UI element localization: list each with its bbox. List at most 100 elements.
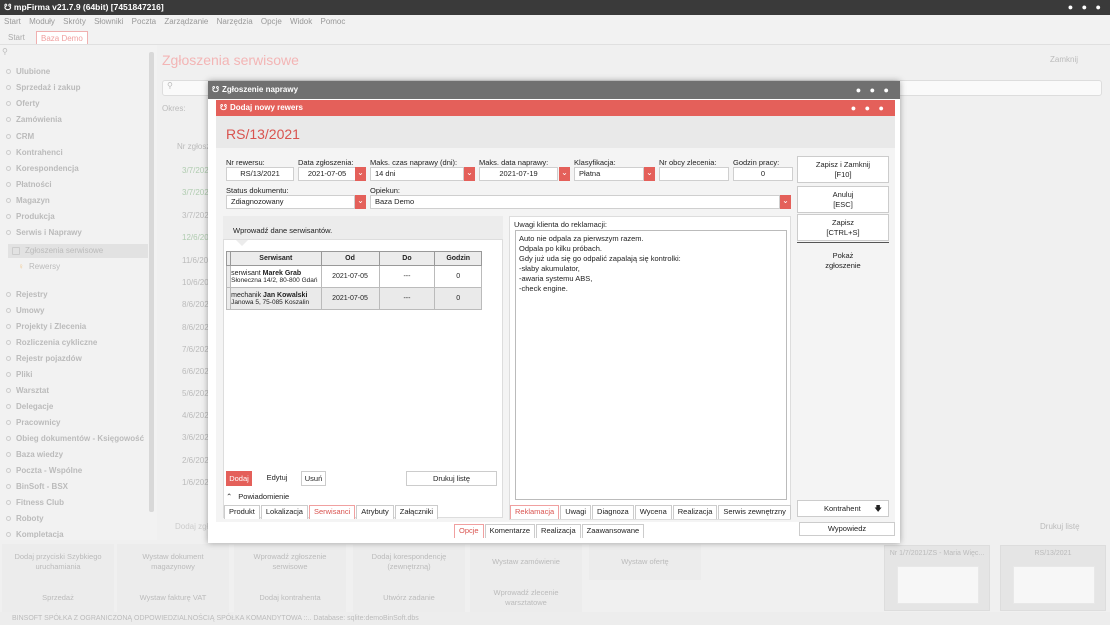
tab-zaawansowane[interactable]: Zaawansowane [581, 524, 645, 538]
sidebar-item-projekty[interactable]: Projekty i Zlecenia [6, 320, 86, 334]
sidebar-item-fitness[interactable]: Fitness Club [6, 496, 64, 510]
tab-atrybuty[interactable]: Atrybuty [356, 505, 394, 519]
list-item[interactable]: 6/6/202 [182, 367, 209, 376]
tile-warehouse-doc[interactable]: Wystaw dokument magazynowy [117, 544, 229, 580]
sidebar-item-produkcja[interactable]: Produkcja [6, 210, 55, 224]
column-header[interactable]: Godzin [434, 251, 482, 266]
tab-realizacja[interactable]: Realizacja [672, 505, 718, 519]
print-list-button[interactable]: Drukuj listę [1040, 522, 1080, 531]
menu-start[interactable]: Start [4, 17, 21, 26]
save-close-button[interactable]: Zapisz i Zamknij [F10] [797, 156, 889, 183]
menu-widok[interactable]: Widok [290, 17, 312, 26]
sidebar-item-baza-wiedzy[interactable]: Baza wiedzy [6, 448, 63, 462]
list-item[interactable]: 2/6/202 [182, 456, 209, 465]
tab-zalaczniki[interactable]: Załączniki [394, 505, 439, 519]
uwagi-textarea[interactable]: Auto nie odpala za pierwszym razem. Odpa… [515, 230, 787, 500]
sidebar-item-rozliczenia[interactable]: Rozliczenia cykliczne [6, 336, 97, 350]
sidebar-item-serwis[interactable]: Serwis i Naprawy [6, 226, 82, 240]
status-select[interactable]: Zdiagnozowany [226, 195, 355, 209]
sidebar-item-kontrahenci[interactable]: Kontrahenci [6, 146, 63, 160]
list-item[interactable]: 1/6/202 [182, 478, 209, 487]
menu-narzedzia[interactable]: Narzędzia [217, 17, 253, 26]
tab-diagnoza[interactable]: Diagnoza [592, 505, 634, 519]
chevron-down-icon[interactable]: ⌄ [355, 167, 366, 181]
sidebar-item-binsoft[interactable]: BinSoft - BSX [6, 480, 68, 494]
tile-create-task[interactable]: Utwórz zadanie [353, 580, 465, 616]
sidebar-item-delegacje[interactable]: Delegacje [6, 400, 53, 414]
data-zgloszenia-field[interactable]: 2021-07-05 [298, 167, 356, 181]
menu-opcje[interactable]: Opcje [261, 17, 282, 26]
tile-vat-invoice[interactable]: Wystaw fakturę VAT [117, 580, 229, 616]
sidebar-item-poczta[interactable]: Poczta - Wspólne [6, 464, 82, 478]
cancel-button[interactable]: Anuluj [ESC] [797, 186, 889, 213]
tile-add-contractor[interactable]: Dodaj kontrahenta [234, 580, 346, 616]
table-row[interactable]: mechanik Jan Kowalski Janowa 5, 75-085 Ko… [225, 287, 482, 310]
sidebar-item-rejestry[interactable]: Rejestry [6, 288, 48, 302]
tile-add-shortcuts[interactable]: Dodaj przyciski Szybkiego uruchamiania [2, 544, 114, 580]
menu-slowniki[interactable]: Słowniki [94, 17, 123, 26]
maks-data-field[interactable]: 2021-07-19 [479, 167, 558, 181]
tab-serwisanci[interactable]: Serwisanci [308, 505, 356, 519]
sidebar-item-obieg[interactable]: Obieg dokumentów - Księgowość [6, 432, 144, 446]
close-button[interactable]: Zamknij [1050, 55, 1078, 64]
tab-serwis-zewnetrzny[interactable]: Serwis zewnętrzny [718, 505, 791, 519]
tile-service-request[interactable]: Wprowadź zgłoszenie serwisowe [234, 544, 346, 580]
column-header[interactable]: Do [378, 251, 436, 266]
menu-skroty[interactable]: Skróty [63, 17, 86, 26]
sidebar-item-zgloszenia[interactable]: Zgłoszenia serwisowe [8, 244, 148, 258]
sidebar-item-oferty[interactable]: Oferty [6, 97, 40, 111]
tab-baza-demo[interactable]: Baza Demo [36, 31, 88, 44]
tab-lokalizacja[interactable]: Lokalizacja [260, 505, 308, 519]
menu-pomoc[interactable]: Pomoc [320, 17, 345, 26]
sidebar-item-ulubione[interactable]: Ulubione [6, 65, 50, 79]
maks-czas-select[interactable]: 14 dni [370, 167, 464, 181]
tab-komentarze[interactable]: Komentarze [484, 524, 536, 538]
list-item[interactable]: 4/6/202 [182, 411, 209, 420]
list-item[interactable]: 3/6/202 [182, 433, 209, 442]
delete-button[interactable]: Usuń [301, 471, 326, 486]
list-item[interactable]: 8/6/202 [182, 300, 209, 309]
add-button[interactable]: Dodaj [226, 471, 252, 486]
notification-toggle[interactable]: ⌃ Powiadomienie [226, 492, 289, 501]
opiekun-select[interactable]: Baza Demo [370, 195, 780, 209]
sidebar-search[interactable]: ⚲ [2, 47, 152, 59]
edit-button[interactable]: Edytuj [262, 471, 292, 486]
chevron-down-icon[interactable]: ⌄ [355, 195, 366, 209]
tile-sales[interactable]: Sprzedaż [2, 580, 114, 616]
dialog-menu-icon[interactable]: ● ● ● [856, 81, 892, 99]
tab-start[interactable]: Start [4, 31, 29, 44]
kontrahent-button[interactable]: Kontrahent 🡇 [797, 500, 889, 517]
sidebar-item-pracownicy[interactable]: Pracownicy [6, 416, 60, 430]
sidebar-item-crm[interactable]: CRM [6, 130, 34, 144]
sidebar-item-korespondencja[interactable]: Korespondencja [6, 162, 79, 176]
table-row[interactable]: serwisant Marek Grab Słoneczna 14/2, 80-8… [225, 265, 482, 288]
list-item[interactable]: 3/7/202 [182, 211, 209, 220]
tile-workshop-order[interactable]: Wprowadź zlecenie warsztatowe [470, 580, 582, 616]
menu-moduly[interactable]: Moduły [29, 17, 55, 26]
tile-offer[interactable]: Wystaw ofertę [589, 544, 701, 580]
sidebar-item-zamowienia[interactable]: Zamówienia [6, 113, 62, 127]
chevron-down-icon[interactable]: ⌄ [780, 195, 791, 209]
column-header[interactable]: Od [320, 251, 380, 266]
show-request-button[interactable]: Pokaż zgłoszenie [797, 248, 889, 275]
sidebar-item-roboty[interactable]: Roboty [6, 512, 44, 526]
window-menu-icon[interactable]: ● ● ● [1068, 0, 1104, 15]
sidebar-item-umowy[interactable]: Umowy [6, 304, 44, 318]
wypowiedz-button[interactable]: Wypowiedz [799, 522, 895, 536]
tile-correspondence[interactable]: Dodaj korespondencję (zewnętrzną) [353, 544, 465, 580]
sidebar-item-kompletacja[interactable]: Kompletacja [6, 528, 64, 538]
sidebar-item-pliki[interactable]: Pliki [6, 368, 32, 382]
tab-produkt[interactable]: Produkt [224, 505, 260, 519]
sidebar-item-warsztat[interactable]: Warsztat [6, 384, 49, 398]
menu-zarzadzanie[interactable]: Zarządzanie [164, 17, 208, 26]
sidebar-item-sprzedaz[interactable]: Sprzedaż i zakup [6, 81, 80, 95]
chevron-down-icon[interactable]: ⌄ [559, 167, 570, 181]
sidebar-item-rewersy[interactable]: ♀ Rewersy [18, 260, 60, 274]
save-button[interactable]: Zapisz [CTRL+S] [797, 214, 889, 241]
menu-poczta[interactable]: Poczta [132, 17, 156, 26]
chevron-down-icon[interactable]: ⌄ [464, 167, 475, 181]
print-list-button[interactable]: Drukuj listę [406, 471, 497, 486]
sidebar-item-magazyn[interactable]: Magazyn [6, 194, 50, 208]
tab-opcje[interactable]: Opcje [454, 524, 484, 538]
tab-wycena[interactable]: Wycena [634, 505, 672, 519]
